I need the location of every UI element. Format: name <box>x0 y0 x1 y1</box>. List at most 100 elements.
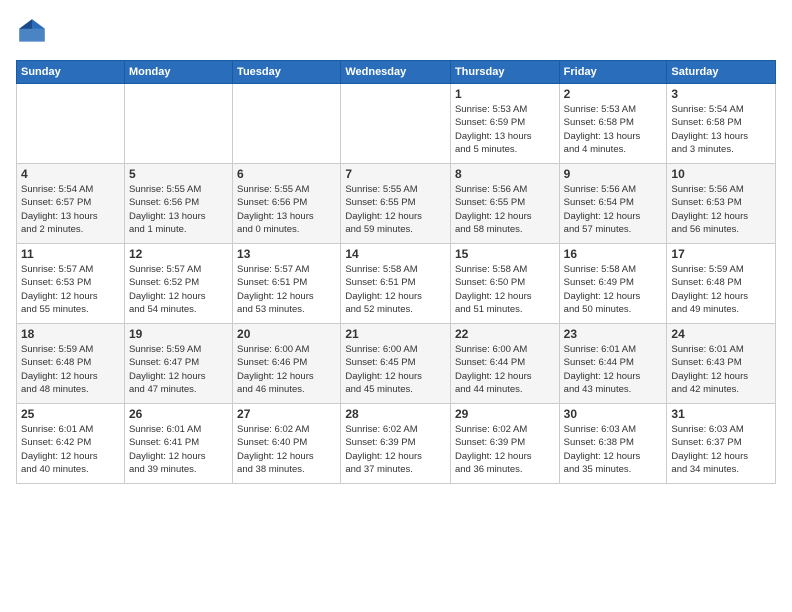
day-cell: 15 Sunrise: 5:58 AM Sunset: 6:50 PM Dayli… <box>450 244 559 324</box>
day-number: 13 <box>237 247 336 261</box>
day-info: Sunrise: 5:57 AM Sunset: 6:52 PM Dayligh… <box>129 263 228 316</box>
header-cell-wednesday: Wednesday <box>341 61 451 84</box>
logo <box>16 16 52 48</box>
day-cell <box>341 84 451 164</box>
day-cell: 7Sunrise: 5:55 AM Sunset: 6:55 PM Daylig… <box>341 164 451 244</box>
day-cell: 1 Sunrise: 5:53 AM Sunset: 6:59 PM Daylig… <box>450 84 559 164</box>
day-cell: 30 Sunrise: 6:03 AM Sunset: 6:38 PM Dayli… <box>559 404 667 484</box>
day-number: 12 <box>129 247 228 261</box>
day-number: 6 <box>237 167 336 181</box>
day-number: 14 <box>345 247 446 261</box>
week-row-5: 25 Sunrise: 6:01 AM Sunset: 6:42 PM Dayli… <box>17 404 776 484</box>
day-info: Sunrise: 5:58 AM Sunset: 6:51 PM Dayligh… <box>345 263 446 316</box>
day-number: 23 <box>564 327 663 341</box>
day-number: 27 <box>237 407 336 421</box>
week-row-4: 18 Sunrise: 5:59 AM Sunset: 6:48 PM Dayli… <box>17 324 776 404</box>
day-info: Sunrise: 5:56 AM Sunset: 6:55 PM Dayligh… <box>455 183 555 236</box>
day-number: 29 <box>455 407 555 421</box>
calendar-header: SundayMondayTuesdayWednesdayThursdayFrid… <box>17 61 776 84</box>
day-cell: 11 Sunrise: 5:57 AM Sunset: 6:53 PM Dayli… <box>17 244 125 324</box>
day-cell: 12 Sunrise: 5:57 AM Sunset: 6:52 PM Dayli… <box>124 244 232 324</box>
header-cell-tuesday: Tuesday <box>233 61 341 84</box>
day-cell: 20 Sunrise: 6:00 AM Sunset: 6:46 PM Dayli… <box>233 324 341 404</box>
day-cell: 10 Sunrise: 5:56 AM Sunset: 6:53 PM Dayli… <box>667 164 776 244</box>
day-number: 8 <box>455 167 555 181</box>
day-number: 21 <box>345 327 446 341</box>
day-cell <box>17 84 125 164</box>
day-info: Sunrise: 6:01 AM Sunset: 6:42 PM Dayligh… <box>21 423 120 476</box>
day-info: Sunrise: 5:57 AM Sunset: 6:51 PM Dayligh… <box>237 263 336 316</box>
day-cell: 23 Sunrise: 6:01 AM Sunset: 6:44 PM Dayli… <box>559 324 667 404</box>
day-number: 17 <box>671 247 771 261</box>
day-info: Sunrise: 6:01 AM Sunset: 6:43 PM Dayligh… <box>671 343 771 396</box>
day-number: 11 <box>21 247 120 261</box>
day-info: Sunrise: 6:01 AM Sunset: 6:41 PM Dayligh… <box>129 423 228 476</box>
day-cell: 26 Sunrise: 6:01 AM Sunset: 6:41 PM Dayli… <box>124 404 232 484</box>
day-info: Sunrise: 5:53 AM Sunset: 6:58 PM Dayligh… <box>564 103 663 156</box>
day-cell: 28Sunrise: 6:02 AM Sunset: 6:39 PM Dayli… <box>341 404 451 484</box>
day-cell: 6 Sunrise: 5:55 AM Sunset: 6:56 PM Daylig… <box>233 164 341 244</box>
day-info: Sunrise: 6:02 AM Sunset: 6:40 PM Dayligh… <box>237 423 336 476</box>
header-cell-sunday: Sunday <box>17 61 125 84</box>
week-row-3: 11 Sunrise: 5:57 AM Sunset: 6:53 PM Dayli… <box>17 244 776 324</box>
day-cell: 24 Sunrise: 6:01 AM Sunset: 6:43 PM Dayli… <box>667 324 776 404</box>
day-info: Sunrise: 6:02 AM Sunset: 6:39 PM Dayligh… <box>345 423 446 476</box>
day-info: Sunrise: 6:00 AM Sunset: 6:46 PM Dayligh… <box>237 343 336 396</box>
day-number: 31 <box>671 407 771 421</box>
week-row-1: 1 Sunrise: 5:53 AM Sunset: 6:59 PM Daylig… <box>17 84 776 164</box>
day-cell: 21 Sunrise: 6:00 AM Sunset: 6:45 PM Dayli… <box>341 324 451 404</box>
calendar-table: SundayMondayTuesdayWednesdayThursdayFrid… <box>16 60 776 484</box>
day-cell <box>233 84 341 164</box>
day-number: 18 <box>21 327 120 341</box>
day-cell: 8 Sunrise: 5:56 AM Sunset: 6:55 PM Daylig… <box>450 164 559 244</box>
logo-icon <box>16 16 48 48</box>
day-info: Sunrise: 5:56 AM Sunset: 6:54 PM Dayligh… <box>564 183 663 236</box>
day-cell: 31Sunrise: 6:03 AM Sunset: 6:37 PM Dayli… <box>667 404 776 484</box>
header-cell-saturday: Saturday <box>667 61 776 84</box>
day-number: 30 <box>564 407 663 421</box>
day-info: Sunrise: 5:53 AM Sunset: 6:59 PM Dayligh… <box>455 103 555 156</box>
day-number: 19 <box>129 327 228 341</box>
day-info: Sunrise: 5:55 AM Sunset: 6:56 PM Dayligh… <box>237 183 336 236</box>
day-number: 5 <box>129 167 228 181</box>
day-cell: 9Sunrise: 5:56 AM Sunset: 6:54 PM Daylig… <box>559 164 667 244</box>
day-cell: 19Sunrise: 5:59 AM Sunset: 6:47 PM Dayli… <box>124 324 232 404</box>
day-cell: 27 Sunrise: 6:02 AM Sunset: 6:40 PM Dayli… <box>233 404 341 484</box>
day-cell: 17 Sunrise: 5:59 AM Sunset: 6:48 PM Dayli… <box>667 244 776 324</box>
day-number: 10 <box>671 167 771 181</box>
day-number: 15 <box>455 247 555 261</box>
day-info: Sunrise: 5:55 AM Sunset: 6:56 PM Dayligh… <box>129 183 228 236</box>
day-number: 3 <box>671 87 771 101</box>
header-cell-thursday: Thursday <box>450 61 559 84</box>
day-info: Sunrise: 5:56 AM Sunset: 6:53 PM Dayligh… <box>671 183 771 236</box>
day-info: Sunrise: 5:58 AM Sunset: 6:50 PM Dayligh… <box>455 263 555 316</box>
day-cell: 18 Sunrise: 5:59 AM Sunset: 6:48 PM Dayli… <box>17 324 125 404</box>
day-number: 25 <box>21 407 120 421</box>
day-info: Sunrise: 6:02 AM Sunset: 6:39 PM Dayligh… <box>455 423 555 476</box>
day-number: 1 <box>455 87 555 101</box>
day-cell: 22Sunrise: 6:00 AM Sunset: 6:44 PM Dayli… <box>450 324 559 404</box>
day-cell: 2 Sunrise: 5:53 AM Sunset: 6:58 PM Daylig… <box>559 84 667 164</box>
day-info: Sunrise: 6:01 AM Sunset: 6:44 PM Dayligh… <box>564 343 663 396</box>
day-cell: 16Sunrise: 5:58 AM Sunset: 6:49 PM Dayli… <box>559 244 667 324</box>
day-info: Sunrise: 5:57 AM Sunset: 6:53 PM Dayligh… <box>21 263 120 316</box>
day-cell: 13 Sunrise: 5:57 AM Sunset: 6:51 PM Dayli… <box>233 244 341 324</box>
day-number: 26 <box>129 407 228 421</box>
header-row: SundayMondayTuesdayWednesdayThursdayFrid… <box>17 61 776 84</box>
day-info: Sunrise: 6:03 AM Sunset: 6:38 PM Dayligh… <box>564 423 663 476</box>
day-number: 2 <box>564 87 663 101</box>
day-cell: 29 Sunrise: 6:02 AM Sunset: 6:39 PM Dayli… <box>450 404 559 484</box>
day-info: Sunrise: 5:54 AM Sunset: 6:57 PM Dayligh… <box>21 183 120 236</box>
day-info: Sunrise: 6:00 AM Sunset: 6:45 PM Dayligh… <box>345 343 446 396</box>
header-cell-monday: Monday <box>124 61 232 84</box>
day-info: Sunrise: 5:55 AM Sunset: 6:55 PM Dayligh… <box>345 183 446 236</box>
day-info: Sunrise: 6:00 AM Sunset: 6:44 PM Dayligh… <box>455 343 555 396</box>
day-number: 24 <box>671 327 771 341</box>
day-cell: 4Sunrise: 5:54 AM Sunset: 6:57 PM Daylig… <box>17 164 125 244</box>
header-cell-friday: Friday <box>559 61 667 84</box>
day-info: Sunrise: 5:59 AM Sunset: 6:48 PM Dayligh… <box>671 263 771 316</box>
day-info: Sunrise: 5:54 AM Sunset: 6:58 PM Dayligh… <box>671 103 771 156</box>
day-info: Sunrise: 5:59 AM Sunset: 6:48 PM Dayligh… <box>21 343 120 396</box>
day-cell: 3 Sunrise: 5:54 AM Sunset: 6:58 PM Daylig… <box>667 84 776 164</box>
day-number: 20 <box>237 327 336 341</box>
